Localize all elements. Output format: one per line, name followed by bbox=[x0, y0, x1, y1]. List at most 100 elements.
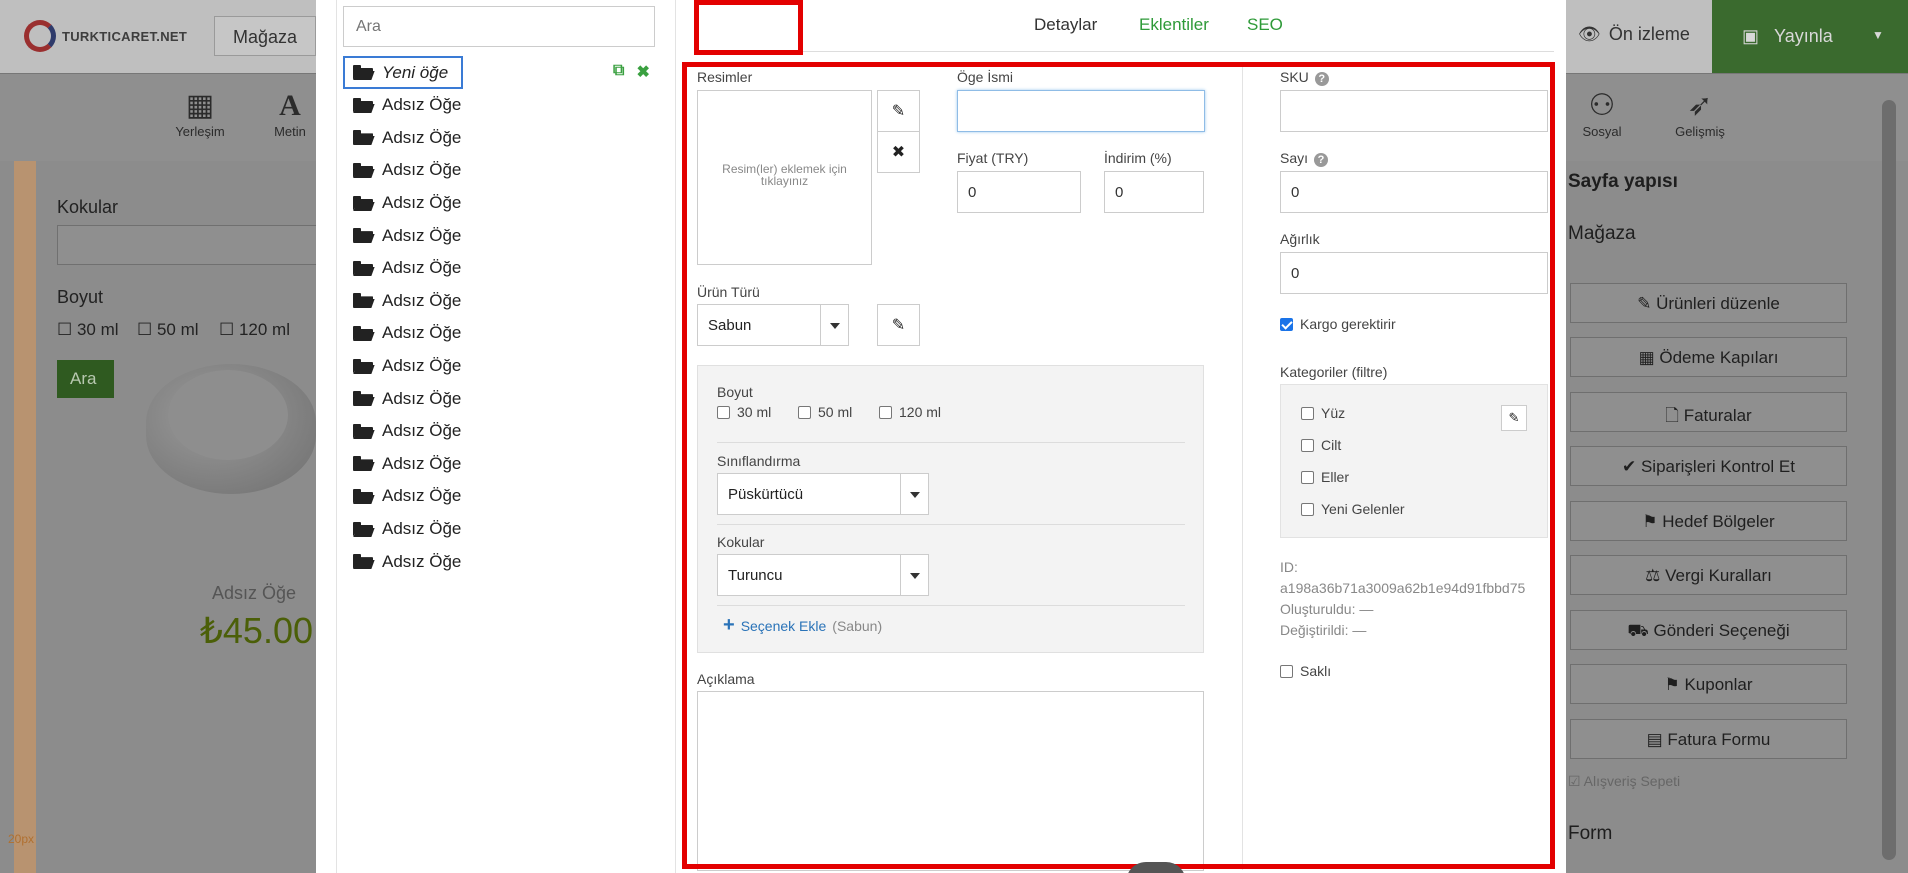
item-tree: Yeni öğe Adsız Öğe Adsız Öğe Adsız Öğe A… bbox=[343, 56, 673, 578]
list-item-label: Adsız Öğe bbox=[382, 127, 462, 147]
list-item-label: Adsız Öğe bbox=[382, 225, 462, 245]
list-item-label: Adsız Öğe bbox=[382, 519, 462, 539]
list-item-label: Adsız Öğe bbox=[382, 160, 462, 180]
folder-open-icon bbox=[353, 260, 375, 276]
tax-rules-label: Vergi Kuralları bbox=[1665, 566, 1772, 585]
shipping-option-button[interactable]: ⛟ Gönderi Seçeneği bbox=[1570, 610, 1847, 650]
cart-checkbox-label: Alışveriş Sepeti bbox=[1583, 773, 1681, 789]
tool-layout[interactable]: ▦ Yerleşim bbox=[160, 88, 240, 139]
list-item[interactable]: Adsız Öğe bbox=[343, 382, 673, 415]
invoice-form-button[interactable]: ▤ Fatura Formu bbox=[1570, 719, 1847, 759]
list-item-label: Adsız Öğe bbox=[382, 323, 462, 343]
invoices-button[interactable]: 🗋 Faturalar bbox=[1570, 392, 1847, 432]
brand-logo: TURKTICARET.NET bbox=[24, 20, 187, 52]
payment-gateways-button[interactable]: ▦ Ödeme Kapıları bbox=[1570, 337, 1847, 377]
folder-open-icon bbox=[353, 195, 375, 211]
tab-details[interactable]: Detaylar bbox=[1034, 15, 1097, 35]
tool-text[interactable]: A Metin bbox=[260, 88, 320, 139]
canvas-scents-select[interactable] bbox=[57, 225, 320, 265]
save-icon: ▣ bbox=[1742, 26, 1760, 46]
duplicate-icon[interactable]: ⧉ bbox=[613, 62, 624, 82]
coupons-button[interactable]: ⚑ Kuponlar bbox=[1570, 664, 1847, 704]
publish-button[interactable]: ▣ Yayınla ▼ bbox=[1712, 0, 1908, 73]
list-item-label: Adsız Öğe bbox=[382, 421, 462, 441]
list-item[interactable]: Adsız Öğe bbox=[343, 89, 673, 122]
form-section-title: Form bbox=[1568, 823, 1613, 844]
cart-checkbox[interactable]: ☑ Alışveriş Sepeti bbox=[1568, 773, 1680, 790]
canvas-search-button[interactable]: Ara bbox=[57, 360, 114, 398]
folder-open-icon bbox=[353, 325, 375, 341]
folder-open-icon bbox=[353, 162, 375, 178]
list-item[interactable]: Adsız Öğe bbox=[343, 187, 673, 220]
product-editor-modal: Yeni öğe Adsız Öğe Adsız Öğe Adsız Öğe A… bbox=[316, 0, 1566, 873]
tab-extensions[interactable]: Eklentiler bbox=[1139, 15, 1209, 35]
list-item[interactable]: Adsız Öğe bbox=[343, 219, 673, 252]
detail-tabs: Detaylar Eklentiler SEO bbox=[694, 0, 1554, 52]
list-item[interactable]: Adsız Öğe bbox=[343, 285, 673, 318]
users-icon: ⚇ bbox=[1588, 89, 1616, 122]
check-orders-button[interactable]: ✔ Siparişleri Kontrol Et bbox=[1570, 446, 1847, 486]
canvas-size-120-label: 120 ml bbox=[238, 320, 290, 339]
check-orders-label: Siparişleri Kontrol Et bbox=[1640, 457, 1795, 476]
logo-text: TURKTICARET.NET bbox=[62, 28, 188, 44]
store-button[interactable]: Mağaza bbox=[214, 16, 316, 56]
tab-seo[interactable]: SEO bbox=[1247, 15, 1283, 35]
highlight-form-box bbox=[682, 62, 1555, 869]
product-image-lid bbox=[168, 370, 288, 460]
tool-advanced[interactable]: ➶ Gelişmiş bbox=[1660, 88, 1740, 139]
canvas-size-120[interactable]: ☐ 120 ml bbox=[219, 320, 290, 340]
store-section-title: Mağaza bbox=[1568, 223, 1636, 244]
target-regions-label: Hedef Bölgeler bbox=[1662, 512, 1775, 531]
page-structure-title: Sayfa yapısı bbox=[1568, 171, 1678, 192]
search-input[interactable] bbox=[343, 6, 655, 47]
edit-products-button[interactable]: ✎ Ürünleri düzenle bbox=[1570, 283, 1847, 323]
list-item[interactable]: Adsız Öğe bbox=[343, 252, 673, 285]
canvas-product-price: ₺45.00 bbox=[200, 610, 313, 651]
layout-icon: ▦ bbox=[185, 89, 215, 122]
delete-icon[interactable]: ✖ bbox=[636, 62, 649, 82]
list-item[interactable]: Adsız Öğe bbox=[343, 122, 673, 155]
list-item-label: Yeni öğe bbox=[382, 62, 449, 82]
invoices-label: Faturalar bbox=[1683, 406, 1752, 425]
list-item[interactable]: Adsız Öğe bbox=[343, 350, 673, 383]
list-item-label: Adsız Öğe bbox=[382, 486, 462, 506]
list-item-label: Adsız Öğe bbox=[382, 551, 462, 571]
preview-label: Ön izleme bbox=[1608, 24, 1690, 44]
list-item[interactable]: Adsız Öğe bbox=[343, 415, 673, 448]
preview-button[interactable]: 👁 Ön izleme bbox=[1578, 24, 1690, 45]
folder-open-icon bbox=[353, 554, 375, 570]
page-scrollbar[interactable] bbox=[1882, 100, 1896, 860]
folder-open-icon bbox=[353, 65, 375, 80]
list-item[interactable]: Adsız Öğe bbox=[343, 513, 673, 546]
canvas-size-50[interactable]: ☐ 50 ml bbox=[137, 320, 199, 340]
selected-item-actions: ⧉ ✖ bbox=[613, 62, 650, 82]
canvas-size-50-label: 50 ml bbox=[156, 320, 199, 339]
page-canvas: Kokular Boyut ☐ 30 ml ☐ 50 ml ☐ 120 ml A… bbox=[0, 161, 320, 873]
folder-open-icon bbox=[353, 391, 375, 407]
ruler-label: 20px bbox=[8, 832, 35, 846]
canvas-scents-label: Kokular bbox=[57, 197, 119, 217]
list-item-label: Adsız Öğe bbox=[382, 290, 462, 310]
chevron-down-icon[interactable]: ▼ bbox=[1872, 28, 1884, 42]
folder-open-icon bbox=[353, 456, 375, 472]
tool-text-label: Metin bbox=[274, 124, 306, 139]
list-item[interactable]: Adsız Öğe bbox=[343, 545, 673, 578]
edit-products-label: Ürünleri düzenle bbox=[1656, 294, 1780, 313]
list-item[interactable]: Adsız Öğe bbox=[343, 317, 673, 350]
logo-icon bbox=[24, 20, 56, 52]
tool-social[interactable]: ⚇ Sosyal bbox=[1562, 88, 1642, 139]
list-item-selected[interactable]: Yeni öğe bbox=[343, 56, 463, 89]
list-item-label: Adsız Öğe bbox=[382, 193, 462, 213]
list-item[interactable]: Adsız Öğe bbox=[343, 448, 673, 481]
canvas-size-30[interactable]: ☐ 30 ml bbox=[57, 320, 119, 340]
target-regions-button[interactable]: ⚑ Hedef Bölgeler bbox=[1570, 501, 1847, 541]
tool-layout-label: Yerleşim bbox=[175, 124, 225, 139]
rocket-icon: ➶ bbox=[1687, 89, 1713, 122]
tax-rules-button[interactable]: ⚖ Vergi Kuralları bbox=[1570, 555, 1847, 595]
list-item-label: Adsız Öğe bbox=[382, 388, 462, 408]
canvas-size-label: Boyut bbox=[57, 287, 104, 307]
list-item[interactable]: Adsız Öğe bbox=[343, 154, 673, 187]
list-item-label: Adsız Öğe bbox=[382, 453, 462, 473]
list-item[interactable]: Adsız Öğe bbox=[343, 480, 673, 513]
payment-gateways-label: Ödeme Kapıları bbox=[1659, 348, 1779, 367]
